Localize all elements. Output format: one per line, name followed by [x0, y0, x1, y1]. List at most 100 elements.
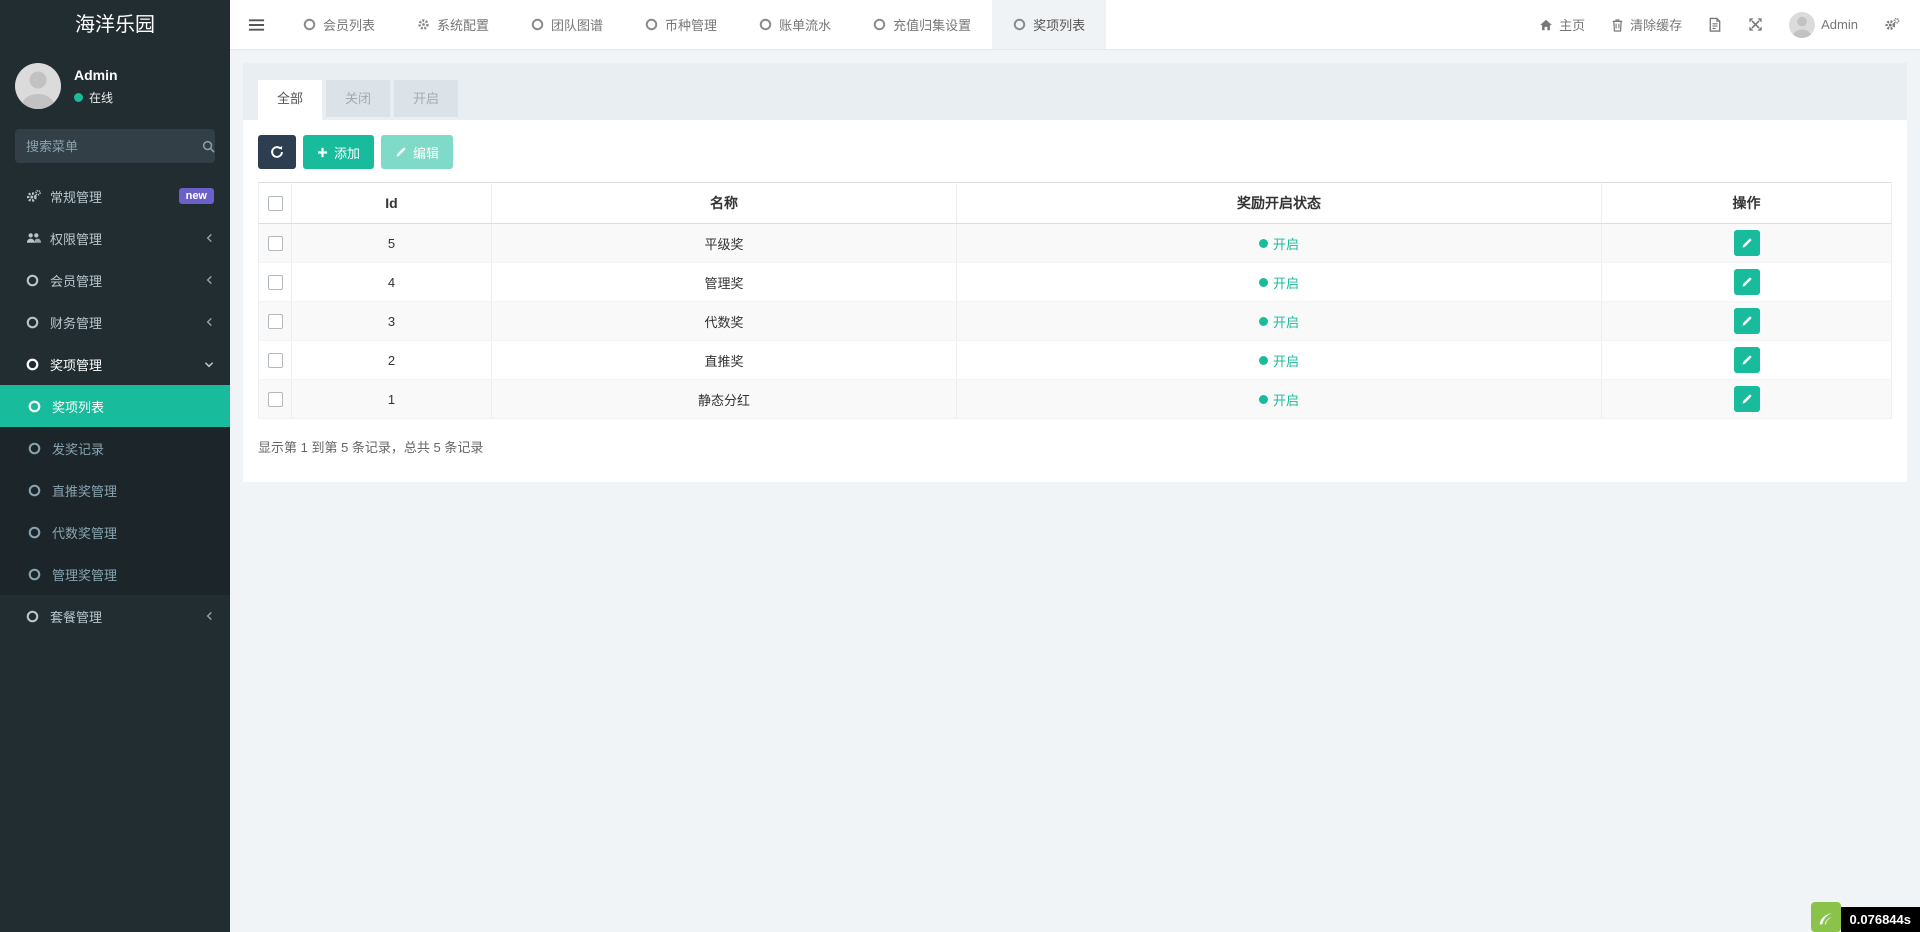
fullscreen-button[interactable]: [1748, 17, 1763, 32]
home-icon: [1539, 18, 1553, 32]
tab-label: 会员列表: [323, 15, 375, 34]
sidebar-item-label: 发奖记录: [52, 439, 104, 458]
add-label: 添加: [334, 143, 360, 162]
sidebar-item-direct-award[interactable]: 直推奖管理: [0, 469, 230, 511]
sidebar-toggle-button[interactable]: [230, 0, 282, 49]
status-badge: 开启: [1259, 390, 1299, 409]
row-edit-button[interactable]: [1734, 386, 1760, 412]
sidebar-item-member[interactable]: 会员管理: [0, 259, 230, 301]
tab-label: 系统配置: [437, 15, 489, 34]
status-badge: 开启: [1259, 273, 1299, 292]
pencil-icon: [1741, 354, 1753, 366]
circle-icon: [1013, 18, 1026, 31]
tab-label: 账单流水: [779, 15, 831, 34]
table-row: 2 直推奖 开启: [259, 341, 1892, 380]
sidebar: 海洋乐园 Admin 在线 常规管理 new 权限管理: [0, 0, 230, 932]
sidebar-item-award-list[interactable]: 奖项列表: [0, 385, 230, 427]
tab-system-config[interactable]: 系统配置: [396, 0, 510, 49]
tab-label: 奖项列表: [1033, 15, 1085, 34]
sidebar-item-permission[interactable]: 权限管理: [0, 217, 230, 259]
cell-name: 平级奖: [492, 224, 957, 263]
tab-label: 充值归集设置: [893, 15, 971, 34]
user-menu[interactable]: Admin: [1789, 12, 1858, 38]
tab-award-list[interactable]: 奖项列表: [992, 0, 1106, 49]
cell-id: 4: [292, 263, 492, 302]
edit-button[interactable]: 编辑: [381, 135, 453, 169]
chevron-down-icon: [204, 360, 214, 369]
circle-icon: [28, 442, 52, 455]
clear-cache-button[interactable]: 清除缓存: [1611, 15, 1682, 34]
tab-member-list[interactable]: 会员列表: [282, 0, 396, 49]
chevron-left-icon: [205, 611, 214, 621]
cogs-icon: [1884, 17, 1900, 32]
tab-recharge-collection[interactable]: 充值归集设置: [852, 0, 992, 49]
sidebar-item-label: 奖项管理: [50, 355, 102, 374]
filter-tab-all[interactable]: 全部: [258, 80, 322, 120]
cell-id: 1: [292, 380, 492, 419]
dot-icon: [1259, 239, 1268, 248]
dot-icon: [1259, 356, 1268, 365]
sidebar-item-finance[interactable]: 财务管理: [0, 301, 230, 343]
tab-team-graph[interactable]: 团队图谱: [510, 0, 624, 49]
refresh-icon: [270, 145, 284, 159]
filter-tab-open[interactable]: 开启: [394, 80, 458, 117]
row-edit-button[interactable]: [1734, 230, 1760, 256]
row-checkbox[interactable]: [268, 236, 283, 251]
tab-bill-flow[interactable]: 账单流水: [738, 0, 852, 49]
home-button[interactable]: 主页: [1539, 15, 1585, 34]
add-button[interactable]: 添加: [303, 135, 374, 169]
docs-button[interactable]: [1708, 17, 1722, 32]
circle-icon: [645, 18, 658, 31]
pencil-icon: [1741, 237, 1753, 249]
search-input[interactable]: [26, 139, 202, 154]
cell-id: 5: [292, 224, 492, 263]
topbar-right: 主页 清除缓存 Admin: [1539, 0, 1920, 49]
row-checkbox[interactable]: [268, 353, 283, 368]
sidebar-item-package[interactable]: 套餐管理: [0, 595, 230, 637]
topbar: 会员列表 系统配置 团队图谱 币种管理 账单流水 充值归集设置 奖项列表: [230, 0, 1920, 50]
row-edit-button[interactable]: [1734, 347, 1760, 373]
filter-tabs: 全部 关闭 开启: [243, 63, 1907, 120]
clear-cache-label: 清除缓存: [1630, 15, 1682, 34]
person-icon: [15, 63, 61, 109]
panel-body: 添加 编辑 Id 名称 奖励开启状态 操作: [243, 120, 1907, 482]
circle-icon: [26, 610, 50, 623]
row-checkbox[interactable]: [268, 392, 283, 407]
circle-icon: [26, 358, 50, 371]
status-label: 开启: [1273, 234, 1299, 253]
edit-label: 编辑: [413, 143, 439, 162]
sidebar-item-generation-award[interactable]: 代数奖管理: [0, 511, 230, 553]
cell-name: 直推奖: [492, 341, 957, 380]
sidebar-item-general[interactable]: 常规管理 new: [0, 175, 230, 217]
row-checkbox[interactable]: [268, 314, 283, 329]
cell-name: 代数奖: [492, 302, 957, 341]
select-all-checkbox[interactable]: [268, 196, 283, 211]
settings-button[interactable]: [1884, 17, 1900, 32]
row-edit-button[interactable]: [1734, 308, 1760, 334]
status-label: 开启: [1273, 390, 1299, 409]
circle-icon: [28, 400, 52, 413]
chevron-left-icon: [205, 275, 214, 285]
avatar: [1789, 12, 1815, 38]
sidebar-item-label: 套餐管理: [50, 607, 102, 626]
table-row: 3 代数奖 开启: [259, 302, 1892, 341]
sidebar-item-award-records[interactable]: 发奖记录: [0, 427, 230, 469]
sidebar-item-awards[interactable]: 奖项管理: [0, 343, 230, 385]
table-row: 5 平级奖 开启: [259, 224, 1892, 263]
gear-icon: [417, 18, 430, 31]
topbar-tabs: 会员列表 系统配置 团队图谱 币种管理 账单流水 充值归集设置 奖项列表: [282, 0, 1106, 49]
circle-icon: [303, 18, 316, 31]
sidebar-item-management-award[interactable]: 管理奖管理: [0, 553, 230, 595]
row-edit-button[interactable]: [1734, 269, 1760, 295]
users-icon: [26, 231, 50, 245]
circle-icon: [26, 274, 50, 287]
filter-tab-closed[interactable]: 关闭: [326, 80, 390, 117]
status-badge: 开启: [1259, 312, 1299, 331]
avatar: [15, 63, 61, 109]
thinkphp-leaf-icon: [1811, 902, 1841, 932]
tab-coin-management[interactable]: 币种管理: [624, 0, 738, 49]
dot-icon: [1259, 395, 1268, 404]
circle-icon: [531, 18, 544, 31]
refresh-button[interactable]: [258, 135, 296, 169]
row-checkbox[interactable]: [268, 275, 283, 290]
